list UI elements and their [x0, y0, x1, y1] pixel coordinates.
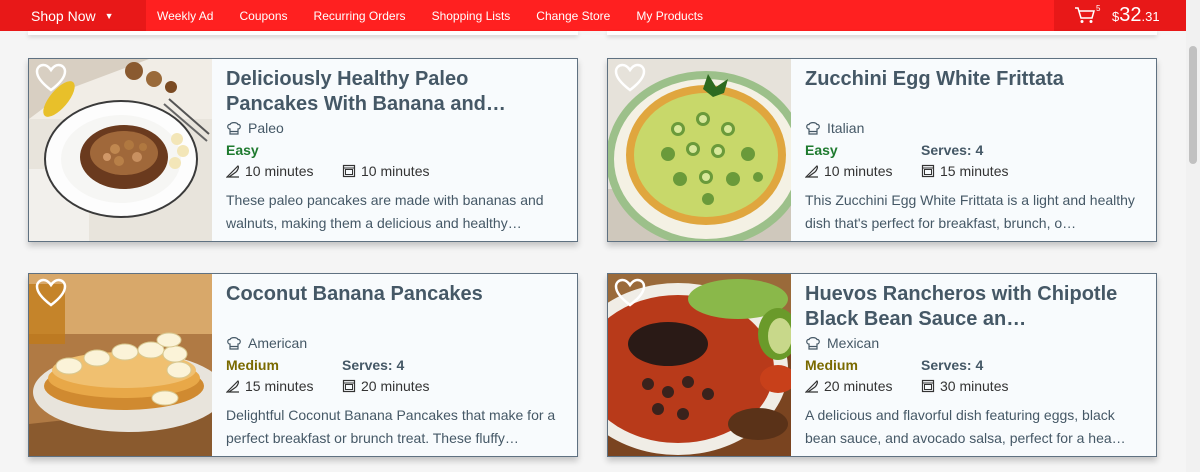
nav-change-store[interactable]: Change Store: [536, 9, 610, 23]
nav-shopping-lists[interactable]: Shopping Lists: [432, 9, 511, 23]
shop-now-label: Shop Now: [31, 7, 96, 24]
favorite-heart-icon[interactable]: [35, 63, 67, 93]
cook-time-value: 10 minutes: [361, 163, 430, 179]
recipe-difficulty: Medium: [226, 357, 279, 373]
cuisine-label: American: [248, 335, 308, 351]
recipe-description: A delicious and flavorful dish featuring…: [805, 407, 1126, 446]
top-navigation-bar: Shop Now ▼ Weekly Ad Coupons Recurring O…: [0, 0, 1186, 31]
previous-card-edge: [28, 31, 578, 35]
prep-time: 10 minutes: [226, 163, 313, 179]
nav-weekly-ad[interactable]: Weekly Ad: [157, 9, 213, 23]
recipe-cuisine: Italian: [805, 120, 864, 136]
recipe-image: [608, 274, 791, 456]
oven-icon: [342, 164, 356, 178]
oven-icon: [342, 379, 356, 393]
recipe-difficulty: Easy: [226, 142, 259, 158]
recipe-image: [29, 274, 212, 456]
recipe-title[interactable]: Coconut Banana Pancakes: [226, 282, 566, 307]
oven-icon: [921, 164, 935, 178]
recipe-description: This Zucchini Egg White Frittata is a li…: [805, 192, 1135, 231]
recipe-card[interactable]: Zucchini Egg White Frittata Italian Easy…: [607, 58, 1157, 242]
prep-time: 15 minutes: [226, 378, 313, 394]
oven-icon: [921, 379, 935, 393]
cook-time-value: 30 minutes: [940, 378, 1009, 394]
cuisine-label: Paleo: [248, 120, 284, 136]
recipe-title[interactable]: Huevos Rancheros with Chipotle Black Bea…: [805, 282, 1145, 332]
vertical-scrollbar[interactable]: [1186, 0, 1200, 472]
cook-time: 30 minutes: [921, 378, 1008, 394]
recipe-difficulty: Easy: [805, 142, 838, 158]
recipe-card[interactable]: Deliciously Healthy Paleo Pancakes With …: [28, 58, 578, 242]
chevron-down-icon: ▼: [104, 10, 114, 21]
nav-coupons[interactable]: Coupons: [239, 9, 287, 23]
cook-time: 10 minutes: [342, 163, 429, 179]
favorite-heart-icon[interactable]: [614, 63, 646, 93]
shopping-cart-icon: [1075, 7, 1095, 23]
previous-card-edge: [607, 31, 1157, 35]
recipe-description: Delightful Coconut Banana Pancakes that …: [226, 407, 556, 446]
recipe-cuisine: American: [226, 335, 307, 351]
favorite-heart-icon[interactable]: [614, 278, 646, 308]
recipe-difficulty: Medium: [805, 357, 858, 373]
recipe-description: These paleo pancakes are made with banan…: [226, 192, 544, 231]
prep-time-value: 20 minutes: [824, 378, 893, 394]
prep-time-value: 15 minutes: [245, 378, 314, 394]
recipe-serves: Serves: 4: [921, 142, 984, 158]
prep-time-value: 10 minutes: [245, 163, 314, 179]
recipe-cuisine: Paleo: [226, 120, 284, 136]
cart-total: $32.31: [1112, 4, 1160, 27]
cuisine-label: Italian: [827, 120, 865, 136]
nav-recurring-orders[interactable]: Recurring Orders: [314, 9, 406, 23]
prep-time-value: 10 minutes: [824, 163, 893, 179]
knife-icon: [226, 165, 239, 178]
recipe-title[interactable]: Zucchini Egg White Frittata: [805, 67, 1145, 92]
cart-count-badge: 5: [1096, 4, 1101, 13]
favorite-heart-icon[interactable]: [35, 278, 67, 308]
recipe-cuisine: Mexican: [805, 335, 879, 351]
chef-hat-icon: [806, 122, 820, 135]
cart-button[interactable]: 5 $32.31: [1054, 0, 1186, 31]
recipe-serves: Serves: 4: [342, 357, 405, 373]
prep-time: 20 minutes: [805, 378, 892, 394]
recipe-card[interactable]: Coconut Banana Pancakes American Medium …: [28, 273, 578, 457]
prep-time: 10 minutes: [805, 163, 892, 179]
recipe-image: [29, 59, 212, 241]
knife-icon: [805, 165, 818, 178]
knife-icon: [226, 380, 239, 393]
nav-my-products[interactable]: My Products: [636, 9, 703, 23]
chef-hat-icon: [227, 337, 241, 350]
price-cents: .31: [1141, 9, 1160, 24]
recipe-image: [608, 59, 791, 241]
recipe-serves: Serves: 4: [921, 357, 984, 373]
main-nav: Weekly Ad Coupons Recurring Orders Shopp…: [146, 0, 718, 31]
cook-time: 20 minutes: [342, 378, 429, 394]
price-dollars: 32: [1119, 4, 1142, 26]
chef-hat-icon: [227, 122, 241, 135]
recipe-card[interactable]: Huevos Rancheros with Chipotle Black Bea…: [607, 273, 1157, 457]
knife-icon: [805, 380, 818, 393]
scrollbar-thumb[interactable]: [1189, 46, 1197, 164]
cook-time: 15 minutes: [921, 163, 1008, 179]
recipe-title[interactable]: Deliciously Healthy Paleo Pancakes With …: [226, 67, 566, 117]
cook-time-value: 15 minutes: [940, 163, 1009, 179]
cuisine-label: Mexican: [827, 335, 880, 351]
cook-time-value: 20 minutes: [361, 378, 430, 394]
shop-now-menu[interactable]: Shop Now ▼: [0, 0, 146, 31]
chef-hat-icon: [806, 337, 820, 350]
